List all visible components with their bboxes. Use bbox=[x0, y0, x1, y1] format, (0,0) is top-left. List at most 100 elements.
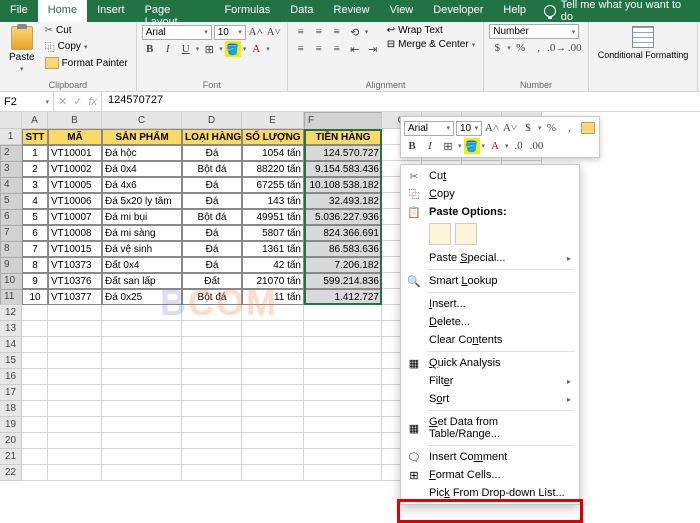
cell[interactable] bbox=[242, 305, 304, 321]
font-size-select[interactable]: 10▾ bbox=[214, 25, 246, 40]
ctx-get-data[interactable]: ▦Get Data from Table/Range... bbox=[401, 413, 579, 443]
mini-inc-font[interactable]: A˄ bbox=[484, 120, 500, 136]
cell[interactable] bbox=[182, 401, 242, 417]
increase-decimal-button[interactable]: .0→ bbox=[549, 40, 565, 56]
select-all-corner[interactable] bbox=[0, 112, 22, 129]
cell[interactable] bbox=[304, 417, 382, 433]
cell[interactable] bbox=[242, 433, 304, 449]
col-header-b[interactable]: B bbox=[48, 112, 102, 129]
cell[interactable]: 67255 tấn bbox=[242, 177, 304, 193]
cell[interactable]: 21070 tấn bbox=[242, 273, 304, 289]
merge-center-button[interactable]: ⊟Merge & Center▾ bbox=[384, 38, 479, 51]
mini-currency[interactable]: $ bbox=[520, 120, 536, 136]
cell[interactable]: 599.214.836 bbox=[304, 273, 382, 289]
row-header[interactable]: 15 bbox=[0, 353, 22, 369]
align-bottom-button[interactable]: ≡ bbox=[329, 24, 345, 40]
cell[interactable] bbox=[48, 353, 102, 369]
cell[interactable]: Đá bbox=[182, 193, 242, 209]
align-center-button[interactable]: ≡ bbox=[311, 41, 327, 57]
ctx-pick-list[interactable]: Pick From Drop-down List... bbox=[401, 484, 579, 502]
ctx-sort[interactable]: Sort▸ bbox=[401, 390, 579, 408]
ctx-insert-comment[interactable]: 🗨Insert Comment bbox=[401, 448, 579, 466]
cell[interactable] bbox=[102, 321, 182, 337]
italic-button[interactable]: I bbox=[160, 41, 176, 57]
mini-dec-dec[interactable]: .00 bbox=[529, 138, 545, 154]
row-header[interactable]: 18 bbox=[0, 401, 22, 417]
increase-font-button[interactable]: A˄ bbox=[248, 24, 264, 40]
tab-page-layout[interactable]: Page Layout bbox=[135, 0, 215, 22]
cell[interactable]: Đá bbox=[182, 225, 242, 241]
cell[interactable]: 124.570.727 bbox=[304, 145, 382, 161]
tab-developer[interactable]: Developer bbox=[423, 0, 493, 22]
cell[interactable] bbox=[102, 337, 182, 353]
ctx-quick-analysis[interactable]: ▦Quick Analysis bbox=[401, 354, 579, 372]
ctx-format-cells[interactable]: ⊞Format Cells... bbox=[401, 466, 579, 484]
align-right-button[interactable]: ≡ bbox=[329, 41, 345, 57]
cell[interactable]: Đá vệ sinh bbox=[102, 241, 182, 257]
row-header[interactable]: 21 bbox=[0, 449, 22, 465]
increase-indent-button[interactable]: ⇥ bbox=[365, 41, 381, 57]
row-header[interactable]: 12 bbox=[0, 305, 22, 321]
cell[interactable] bbox=[182, 353, 242, 369]
cell[interactable]: 10 bbox=[22, 289, 48, 305]
orientation-button[interactable]: ⟲ bbox=[347, 24, 363, 40]
spreadsheet-grid[interactable]: BCOM A B C D E F G H J K 1STTMÃSẢN PHẨML… bbox=[0, 112, 700, 481]
row-header[interactable]: 14 bbox=[0, 337, 22, 353]
row-header[interactable]: 6 bbox=[0, 209, 22, 225]
formula-input[interactable]: 124570727 bbox=[102, 92, 700, 111]
decrease-decimal-button[interactable]: .00 bbox=[567, 40, 583, 56]
cell[interactable] bbox=[242, 465, 304, 481]
cell[interactable]: 3 bbox=[22, 177, 48, 193]
ctx-insert[interactable]: Insert... bbox=[401, 295, 579, 313]
row-header[interactable]: 7 bbox=[0, 225, 22, 241]
tell-me[interactable]: Tell me what you want to do bbox=[536, 0, 700, 22]
cell[interactable]: Bột đá bbox=[182, 209, 242, 225]
mini-font-select[interactable]: Arial▾ bbox=[404, 121, 454, 136]
cell[interactable]: 32.493.182 bbox=[304, 193, 382, 209]
tab-review[interactable]: Review bbox=[324, 0, 380, 22]
cell[interactable]: Đá 0x25 bbox=[102, 289, 182, 305]
currency-button[interactable]: $ bbox=[489, 40, 505, 56]
cell[interactable] bbox=[22, 321, 48, 337]
cell[interactable] bbox=[182, 305, 242, 321]
cell[interactable]: Đất bbox=[182, 273, 242, 289]
col-header-d[interactable]: D bbox=[182, 112, 242, 129]
fx-button[interactable]: fx bbox=[88, 96, 97, 108]
cell[interactable] bbox=[102, 417, 182, 433]
cell[interactable] bbox=[182, 417, 242, 433]
ctx-cut[interactable]: ✂Cut bbox=[401, 167, 579, 185]
cell[interactable] bbox=[22, 449, 48, 465]
ctx-paste-special[interactable]: Paste Special...▸ bbox=[401, 249, 579, 267]
mini-fill[interactable]: 🪣 bbox=[464, 138, 480, 154]
row-header[interactable]: 1 bbox=[0, 129, 22, 145]
tab-formulas[interactable]: Formulas bbox=[214, 0, 280, 22]
row-header[interactable]: 19 bbox=[0, 417, 22, 433]
cell[interactable]: 86.583.636 bbox=[304, 241, 382, 257]
tab-file[interactable]: File bbox=[0, 0, 38, 22]
cell[interactable]: Đá hộc bbox=[102, 145, 182, 161]
tab-home[interactable]: Home bbox=[38, 0, 87, 22]
cell[interactable] bbox=[304, 353, 382, 369]
underline-button[interactable]: U bbox=[178, 41, 194, 57]
paste-button[interactable]: Paste▾ bbox=[5, 24, 39, 75]
row-header[interactable]: 5 bbox=[0, 193, 22, 209]
cell[interactable]: Đất 0x4 bbox=[102, 257, 182, 273]
mini-bold[interactable]: B bbox=[404, 138, 420, 154]
row-header[interactable]: 10 bbox=[0, 273, 22, 289]
font-color-button[interactable]: A bbox=[248, 41, 264, 57]
font-family-select[interactable]: Arial▾ bbox=[142, 25, 212, 40]
cell[interactable]: VT10376 bbox=[48, 273, 102, 289]
paste-option-2[interactable] bbox=[455, 223, 477, 245]
col-header-c[interactable]: C bbox=[102, 112, 182, 129]
cell[interactable] bbox=[242, 353, 304, 369]
mini-percent[interactable]: % bbox=[544, 120, 560, 136]
cell[interactable]: SẢN PHẨM bbox=[102, 129, 182, 145]
cell[interactable]: LOẠI HÀNG bbox=[182, 129, 242, 145]
cell[interactable] bbox=[22, 353, 48, 369]
row-header[interactable]: 9 bbox=[0, 257, 22, 273]
cell[interactable]: 42 tấn bbox=[242, 257, 304, 273]
cell[interactable] bbox=[102, 353, 182, 369]
cell[interactable]: 5 bbox=[22, 209, 48, 225]
row-header[interactable]: 17 bbox=[0, 385, 22, 401]
cell[interactable]: 1361 tấn bbox=[242, 241, 304, 257]
